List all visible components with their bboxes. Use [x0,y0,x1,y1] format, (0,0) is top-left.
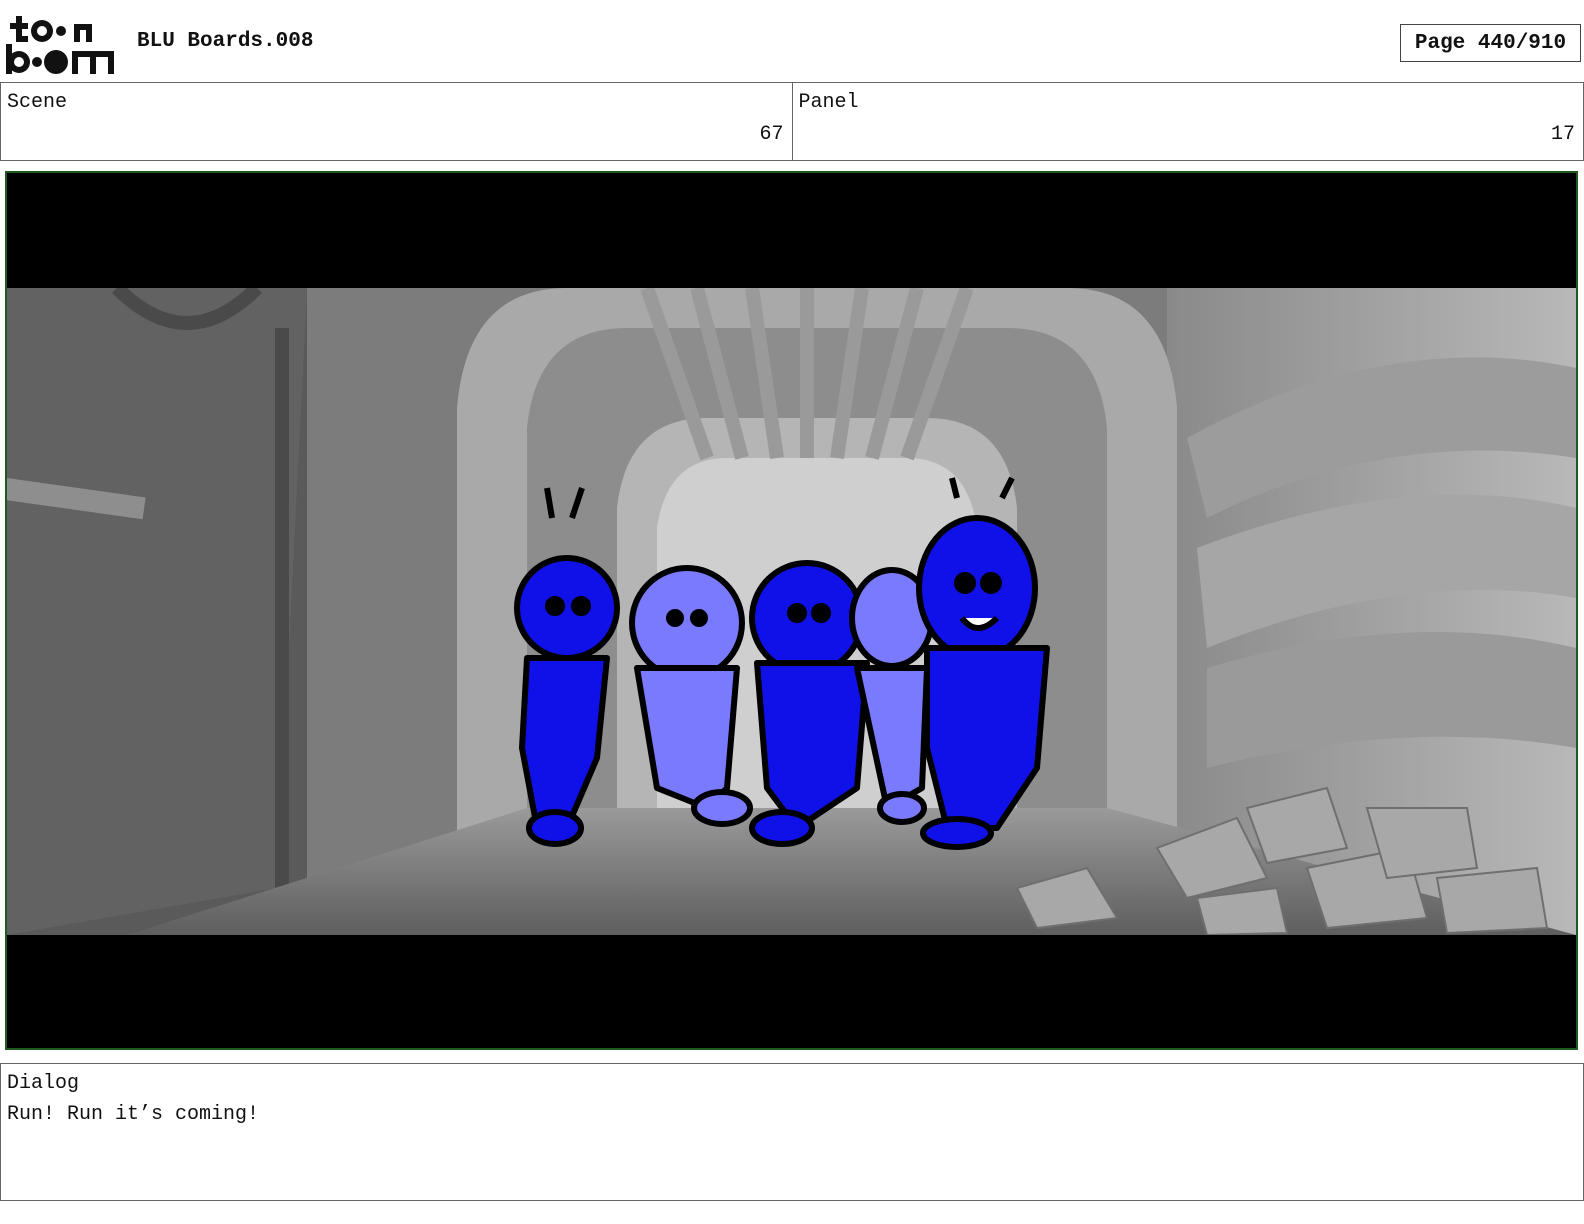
storyboard-panel-image [5,171,1578,1050]
panel-number: 17 [1550,123,1575,146]
toon-boom-logo [4,14,116,76]
dialog-text: Run! Run it’s coming! [7,1103,260,1126]
scene-label: Scene [7,91,68,114]
scene-panel-info: Scene 67 Panel 17 [0,82,1584,161]
corridor-scene-illustration [7,288,1576,935]
scene-cell: Scene 67 [1,83,792,160]
dialog-box: Dialog Run! Run it’s coming! [0,1063,1584,1201]
panel-label: Panel [798,91,859,114]
project-title: BLU Boards.008 [137,30,314,53]
page-indicator: Page 440/910 [1400,24,1581,62]
scene-number: 67 [759,123,784,146]
panel-cell: Panel 17 [791,83,1584,160]
dialog-label: Dialog [7,1072,80,1095]
